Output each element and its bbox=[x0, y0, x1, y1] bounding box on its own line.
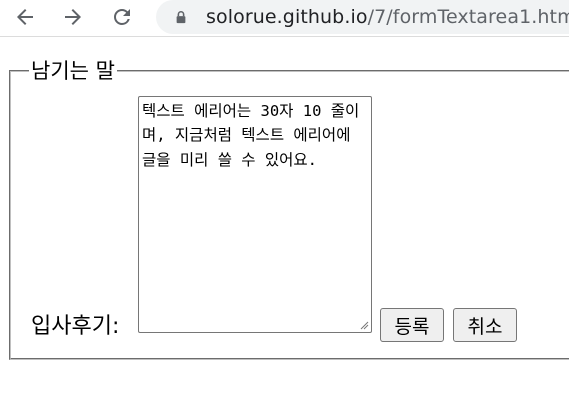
address-bar[interactable]: solorue.github.io/7/formTextarea1.htm bbox=[156, 0, 569, 34]
review-label: 입사후기: bbox=[31, 314, 120, 339]
forward-button[interactable] bbox=[56, 0, 90, 34]
arrow-right-icon bbox=[65, 9, 81, 25]
arrow-left-icon bbox=[17, 9, 33, 25]
back-button[interactable] bbox=[8, 0, 42, 34]
review-textarea[interactable]: 텍스트 에리어는 30자 10 줄이며, 지금처럼 텍스트 에리어에 글을 미리… bbox=[138, 96, 372, 333]
textarea-value: 텍스트 에리어는 30자 10 줄이며, 지금처럼 텍스트 에리어에 글을 미리… bbox=[142, 102, 360, 169]
submit-button[interactable]: 등록 bbox=[380, 308, 444, 342]
lock-icon[interactable] bbox=[173, 9, 189, 25]
url-text[interactable]: solorue.github.io/7/formTextarea1.htm bbox=[206, 6, 569, 28]
resize-grip-icon[interactable] bbox=[359, 320, 369, 330]
url-host: solorue.github.io bbox=[206, 6, 368, 28]
page-content: 남기는 말 입사후기: 텍스트 에리어는 30자 10 줄이며, 지금처럼 텍스… bbox=[0, 36, 569, 408]
cancel-button[interactable]: 취소 bbox=[453, 308, 517, 342]
reload-button[interactable] bbox=[105, 0, 139, 34]
url-path: /7/formTextarea1.htm bbox=[367, 6, 569, 28]
fieldset-legend: 남기는 말 bbox=[31, 59, 115, 83]
browser-toolbar: solorue.github.io/7/formTextarea1.htm bbox=[0, 0, 569, 37]
reload-icon bbox=[114, 8, 130, 25]
